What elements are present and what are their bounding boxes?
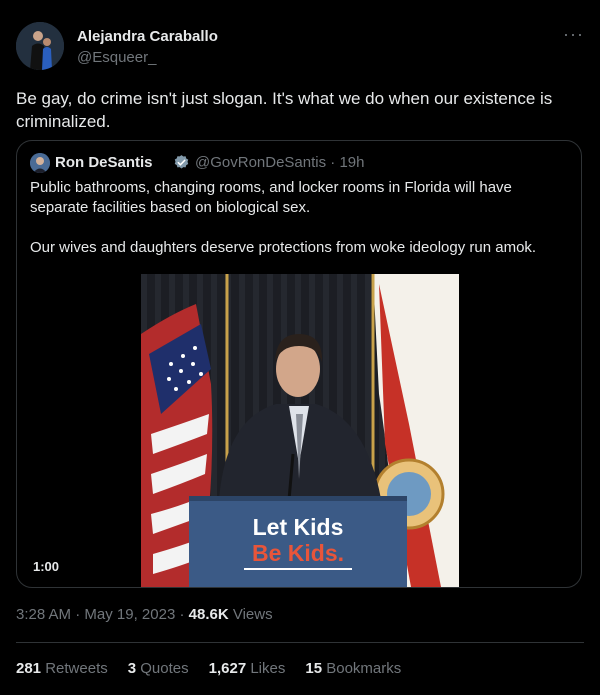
quoted-text: Public bathrooms, changing rooms, and lo… — [30, 178, 570, 278]
author-avatar[interactable] — [16, 22, 64, 70]
tweet-time[interactable]: 3:28 AM — [16, 606, 71, 623]
quoted-handle-and-time: @GovRonDeSantis · 19h — [195, 154, 365, 171]
quotes-count: 3 — [127, 660, 137, 677]
podium-line-2: Be Kids. — [251, 540, 345, 566]
author-handle[interactable]: @Esqueer_ — [77, 49, 156, 66]
quoted-paragraph: Public bathrooms, changing rooms, and lo… — [30, 179, 512, 216]
quoted-author-name[interactable]: Ron DeSantis — [55, 154, 153, 171]
retweets-label: Retweets — [45, 660, 108, 677]
bookmarks-stat[interactable]: 15 Bookmarks — [305, 660, 401, 677]
views-label: Views — [232, 606, 273, 623]
tweet-meta: 3:28 AM · May 19, 2023 · 48.6K Views — [16, 606, 273, 623]
bookmarks-count: 15 — [305, 660, 323, 677]
podium-line-1: Let Kids — [252, 514, 344, 540]
retweets-count: 281 — [16, 660, 42, 677]
video-duration: 1:00 — [33, 559, 60, 574]
ellipsis-icon[interactable]: ··· — [563, 24, 584, 45]
likes-label: Likes — [250, 660, 286, 677]
engagement-stats: 281 Retweets 3 Quotes 1,627 Likes 15 Boo… — [16, 660, 421, 677]
tweet-date[interactable]: May 19, 2023 — [84, 606, 175, 623]
separator: · — [330, 154, 336, 171]
likes-stat[interactable]: 1,627 Likes — [209, 660, 286, 677]
quoted-paragraph: Our wives and daughters deserve protecti… — [30, 239, 537, 256]
tweet-text: Be gay, do crime isn't just slogan. It's… — [16, 89, 553, 131]
tweet-header: Alejandra Caraballo @Esqueer_ ··· — [16, 22, 584, 72]
video-player[interactable]: Let Kids Be Kids. — [141, 274, 459, 587]
quotes-stat[interactable]: 3 Quotes — [128, 660, 189, 677]
podium-text: Let Kids Be Kids. — [189, 514, 407, 570]
quotes-label: Quotes — [140, 660, 189, 677]
views-count: 48.6K — [188, 606, 229, 623]
quoted-author-handle[interactable]: @GovRonDeSantis — [195, 154, 326, 171]
author-name[interactable]: Alejandra Caraballo — [77, 28, 218, 45]
quoted-time[interactable]: 19h — [339, 154, 364, 171]
likes-count: 1,627 — [208, 660, 247, 677]
separator: · — [179, 606, 185, 623]
quoted-author-avatar[interactable] — [30, 153, 50, 173]
bookmarks-label: Bookmarks — [326, 660, 402, 677]
verified-badge-icon — [173, 154, 190, 171]
separator: · — [75, 606, 81, 623]
podium-underline — [244, 568, 352, 570]
divider — [16, 642, 584, 643]
quoted-tweet[interactable]: Ron DeSantis @GovRonDeSantis · 19h Publi… — [16, 140, 582, 588]
retweets-stat[interactable]: 281 Retweets — [16, 660, 108, 677]
